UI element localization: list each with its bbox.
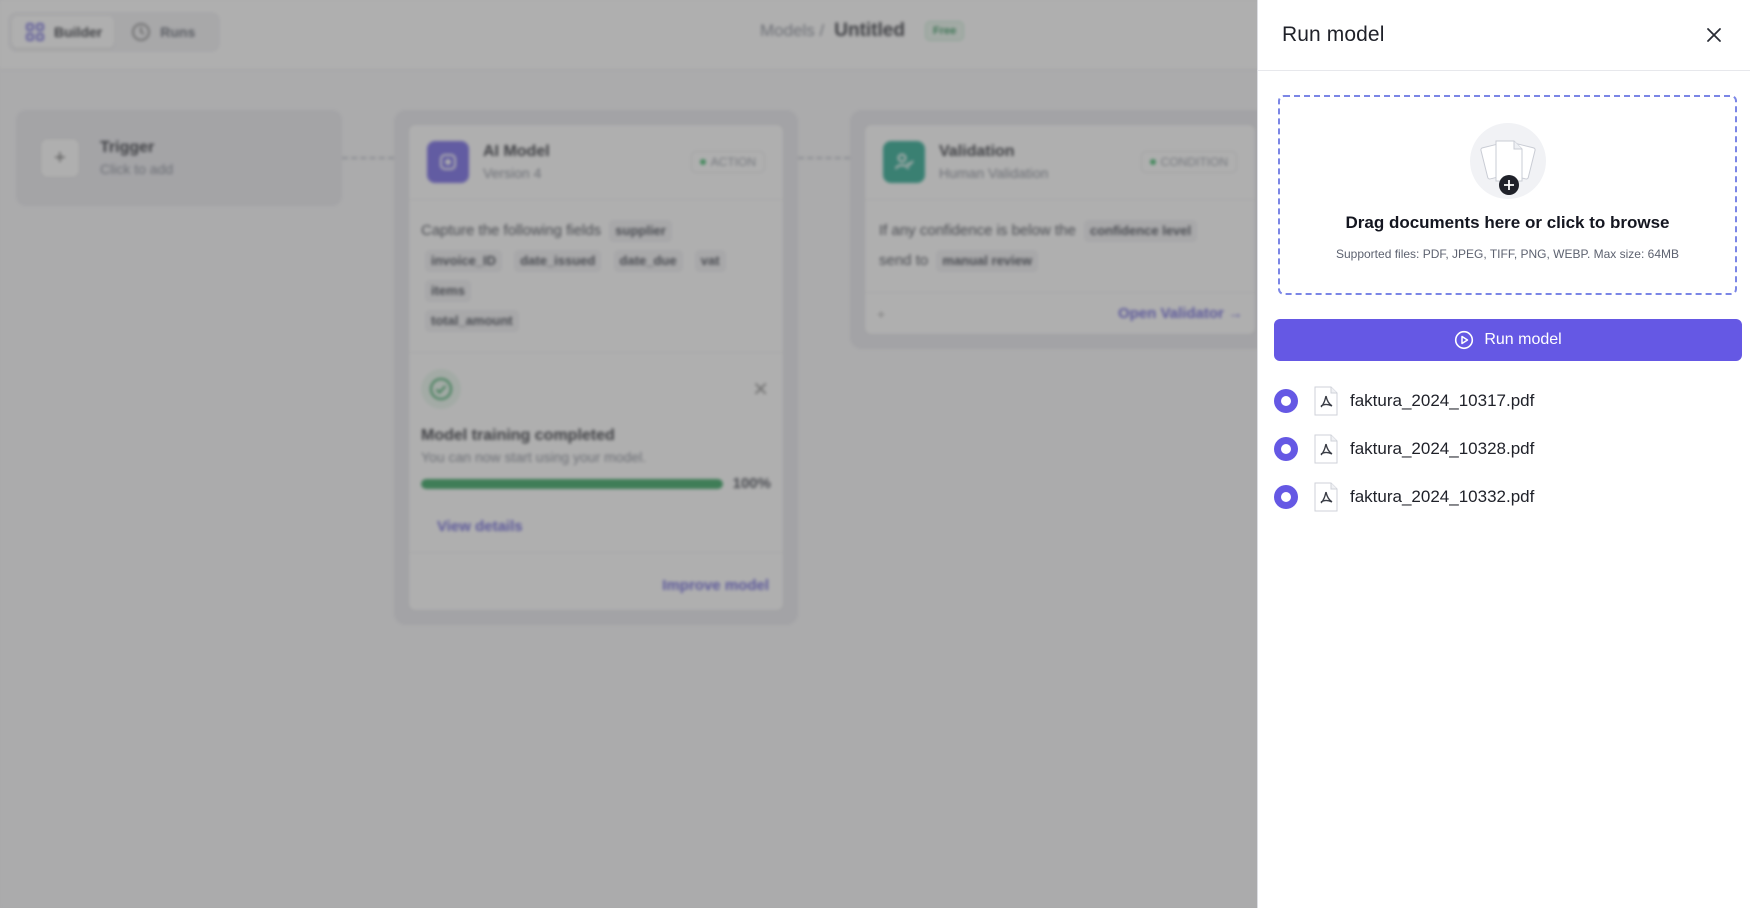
run-model-button[interactable]: Run model xyxy=(1274,319,1742,361)
list-item[interactable]: faktura_2024_10328.pdf xyxy=(1274,425,1734,473)
play-circle-icon xyxy=(1454,330,1474,350)
file-name: faktura_2024_10317.pdf xyxy=(1350,391,1535,410)
dropzone-subtitle: Supported files: PDF, JPEG, TIFF, PNG, W… xyxy=(1335,247,1679,261)
file-select-radio[interactable] xyxy=(1274,485,1298,509)
pdf-file-icon xyxy=(1314,386,1338,416)
file-select-radio[interactable] xyxy=(1274,389,1298,413)
dropzone-title: Drag documents here or click to browse xyxy=(1345,213,1670,232)
pdf-file-icon xyxy=(1314,434,1338,464)
run-model-label: Run model xyxy=(1484,331,1562,348)
file-select-radio[interactable] xyxy=(1274,437,1298,461)
list-item[interactable]: faktura_2024_10332.pdf xyxy=(1274,473,1734,521)
file-name: faktura_2024_10328.pdf xyxy=(1350,439,1535,458)
file-list: faktura_2024_10317.pdf faktura_2024_1032… xyxy=(1274,377,1734,521)
drawer-header: Run model xyxy=(1258,0,1750,71)
list-item[interactable]: faktura_2024_10317.pdf xyxy=(1274,377,1734,425)
close-icon[interactable] xyxy=(1700,21,1728,49)
file-name: faktura_2024_10332.pdf xyxy=(1350,487,1535,506)
drawer-title: Run model xyxy=(1282,23,1385,46)
run-model-drawer: Run model Drag documents here or click t… xyxy=(1257,0,1750,908)
file-dropzone[interactable]: Drag documents here or click to browse S… xyxy=(1278,95,1737,295)
documents-upload-icon xyxy=(1469,123,1546,199)
pdf-file-icon xyxy=(1314,482,1338,512)
